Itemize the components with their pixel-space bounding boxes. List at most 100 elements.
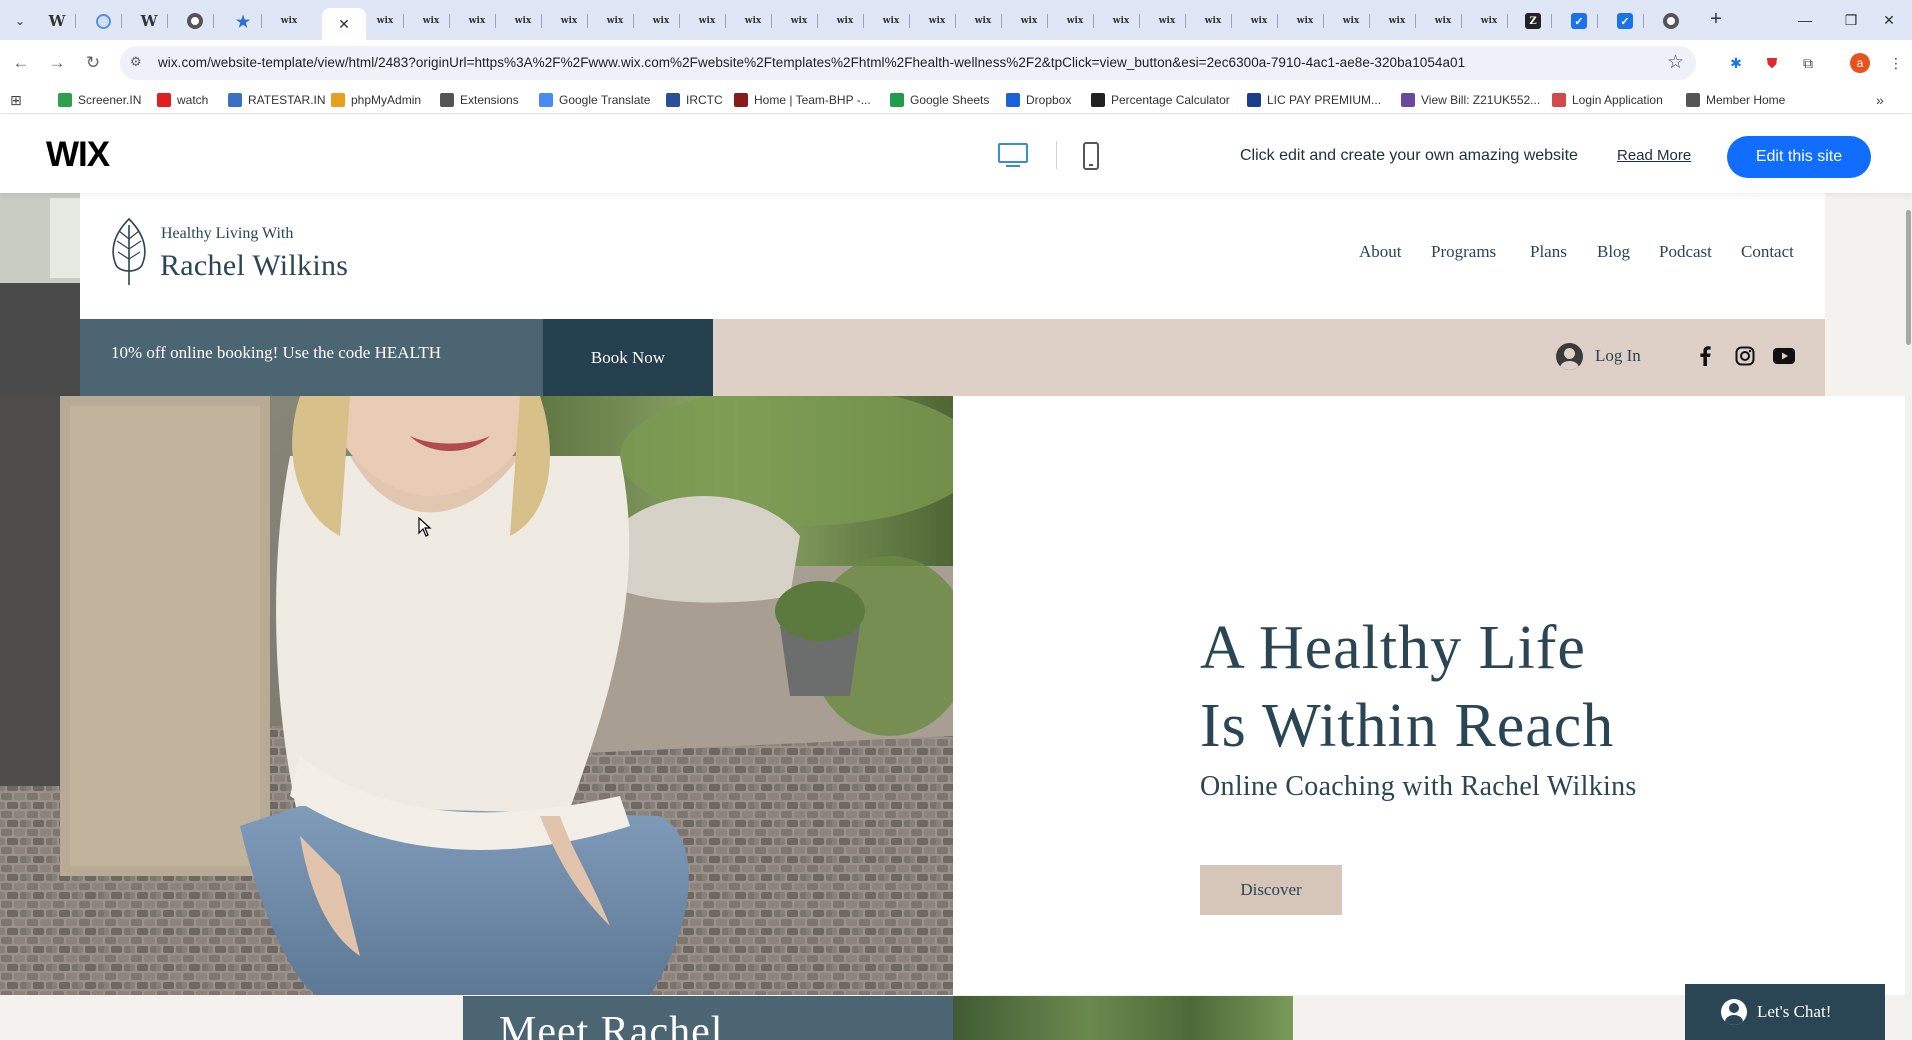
new-tab-button[interactable]: + <box>1704 7 1728 31</box>
browser-tab[interactable]: wix <box>1378 8 1416 34</box>
instagram-icon[interactable] <box>1734 345 1756 367</box>
edit-site-button[interactable]: Edit this site <box>1727 136 1871 178</box>
profile-avatar[interactable]: a <box>1850 53 1870 73</box>
browser-tab[interactable]: wix <box>918 8 956 34</box>
wix-logo[interactable]: WIX <box>46 135 110 175</box>
extensions-puzzle-icon[interactable]: ⧉ <box>1798 53 1818 73</box>
nav-about[interactable]: About <box>1359 242 1402 262</box>
browser-tab[interactable]: wix <box>1194 8 1232 34</box>
close-tab-icon[interactable]: ✕ <box>338 16 350 33</box>
browser-tab[interactable] <box>176 8 214 34</box>
desktop-view-icon[interactable] <box>998 141 1028 171</box>
login-button[interactable]: Log In <box>1556 339 1641 373</box>
bookmark-item[interactable]: RATESTAR.IN <box>228 91 326 109</box>
mobile-view-icon[interactable] <box>1076 141 1106 171</box>
browser-tab[interactable]: wix <box>642 8 680 34</box>
address-bar[interactable]: ⚙ wix.com/website-template/view/html/248… <box>120 46 1696 80</box>
browser-menu-icon[interactable]: ⋮ <box>1886 53 1906 73</box>
bookmark-item[interactable]: Dropbox <box>1006 91 1071 109</box>
read-more-link[interactable]: Read More <box>1617 147 1691 164</box>
shield-extension-icon[interactable]: ⛊ <box>1762 53 1782 73</box>
more-bookmarks-chevron-icon[interactable]: » <box>1876 91 1884 109</box>
browser-tab[interactable]: wix <box>688 8 726 34</box>
bookmark-item[interactable]: View Bill: Z21UK552... <box>1401 91 1540 109</box>
wix-favicon-icon: wix <box>1342 16 1360 26</box>
minimize-button[interactable]: — <box>1782 0 1828 40</box>
bookmark-item[interactable]: Home | Team-BHP -... <box>734 91 871 109</box>
nav-programs[interactable]: Programs <box>1431 242 1496 262</box>
bookmark-item[interactable]: Member Home <box>1686 91 1785 109</box>
bookmark-item[interactable]: watch <box>157 91 208 109</box>
extension-icon[interactable]: ✱ <box>1726 53 1746 73</box>
forward-button[interactable]: → <box>44 50 70 76</box>
site-header: Healthy Living With Rachel Wilkins About… <box>80 193 1825 319</box>
bookmark-item[interactable]: phpMyAdmin <box>331 91 421 109</box>
bookmark-item[interactable]: LIC PAY PREMIUM... <box>1247 91 1381 109</box>
nav-plans[interactable]: Plans <box>1530 242 1567 262</box>
reload-button[interactable]: ↻ <box>80 50 106 76</box>
browser-tab[interactable]: wix <box>1240 8 1278 34</box>
youtube-icon[interactable] <box>1773 345 1795 367</box>
nav-blog[interactable]: Blog <box>1597 242 1630 262</box>
bookmark-item[interactable]: IRCTC <box>666 91 723 109</box>
wix-template-bar: WIX Click edit and create your own amazi… <box>0 115 1912 193</box>
browser-tab[interactable]: W <box>38 8 76 34</box>
tab-search-button[interactable]: ⌄ <box>8 9 32 33</box>
browser-tab[interactable]: wix <box>270 8 308 34</box>
browser-tab[interactable]: wix <box>1010 8 1048 34</box>
brand-name[interactable]: Rachel Wilkins <box>160 249 348 283</box>
apps-grid-icon[interactable]: ⊞ <box>10 91 22 109</box>
browser-tab[interactable]: Z <box>1514 8 1552 34</box>
browser-tab[interactable]: wix <box>1332 8 1370 34</box>
wix-favicon-icon: wix <box>468 16 486 26</box>
browser-tab-active[interactable]: ✕ <box>322 8 366 40</box>
wix-favicon-icon: wix <box>422 16 440 26</box>
browser-tab[interactable]: ✓ <box>1606 8 1644 34</box>
bookmark-item[interactable]: Percentage Calculator <box>1091 91 1230 109</box>
browser-tab[interactable]: wix <box>504 8 542 34</box>
bookmark-item[interactable]: Google Sheets <box>890 91 989 109</box>
bookmark-item[interactable]: Google Translate <box>539 91 650 109</box>
browser-tab[interactable]: wix <box>734 8 772 34</box>
browser-tab[interactable]: wix <box>412 8 450 34</box>
browser-tab[interactable]: wix <box>1470 8 1508 34</box>
close-window-button[interactable]: ✕ <box>1866 0 1912 40</box>
leaf-logo-icon[interactable] <box>108 217 150 287</box>
browser-tab[interactable]: wix <box>550 8 588 34</box>
browser-tab[interactable]: wix <box>826 8 864 34</box>
bookmark-star-icon[interactable]: ☆ <box>1667 51 1684 74</box>
browser-tab[interactable] <box>84 8 122 34</box>
nav-podcast[interactable]: Podcast <box>1659 242 1712 262</box>
browser-tab[interactable]: wix <box>780 8 818 34</box>
browser-tab[interactable]: wix <box>1424 8 1462 34</box>
browser-tab[interactable]: ★ <box>224 8 262 34</box>
browser-tab[interactable]: ✓ <box>1560 8 1598 34</box>
browser-tab[interactable]: wix <box>596 8 634 34</box>
browser-tab[interactable]: wix <box>366 8 404 34</box>
brand-tagline[interactable]: Healthy Living With <box>161 225 293 243</box>
nav-contact[interactable]: Contact <box>1741 242 1794 262</box>
browser-tab[interactable]: wix <box>458 8 496 34</box>
browser-tab[interactable]: wix <box>872 8 910 34</box>
book-now-button[interactable]: Book Now <box>543 319 713 396</box>
discover-button[interactable]: Discover <box>1200 865 1342 915</box>
scrollbar-thumb[interactable] <box>1906 210 1911 345</box>
browser-tab[interactable]: wix <box>1056 8 1094 34</box>
facebook-icon[interactable] <box>1694 345 1716 367</box>
bookmark-item[interactable]: Extensions <box>440 91 519 109</box>
bookmark-item[interactable]: Screener.IN <box>58 91 141 109</box>
browser-tab[interactable] <box>1652 8 1690 34</box>
wix-promo-text: Click edit and create your own amazing w… <box>1240 147 1578 164</box>
site-info-icon[interactable]: ⚙ <box>130 54 142 70</box>
bookmark-label: Google Sheets <box>910 93 990 107</box>
browser-tab[interactable]: wix <box>964 8 1002 34</box>
bookmark-item[interactable]: Login Application <box>1552 91 1663 109</box>
browser-tab[interactable]: W <box>130 8 168 34</box>
wix-favicon-icon: wix <box>560 16 578 26</box>
browser-tab[interactable]: wix <box>1286 8 1324 34</box>
browser-tab[interactable]: wix <box>1102 8 1140 34</box>
lets-chat-button[interactable]: Let's Chat! <box>1685 984 1885 1040</box>
back-button[interactable]: ← <box>8 50 34 76</box>
browser-tab[interactable]: wix <box>1148 8 1186 34</box>
address-url[interactable]: wix.com/website-template/view/html/2483?… <box>158 55 1465 70</box>
